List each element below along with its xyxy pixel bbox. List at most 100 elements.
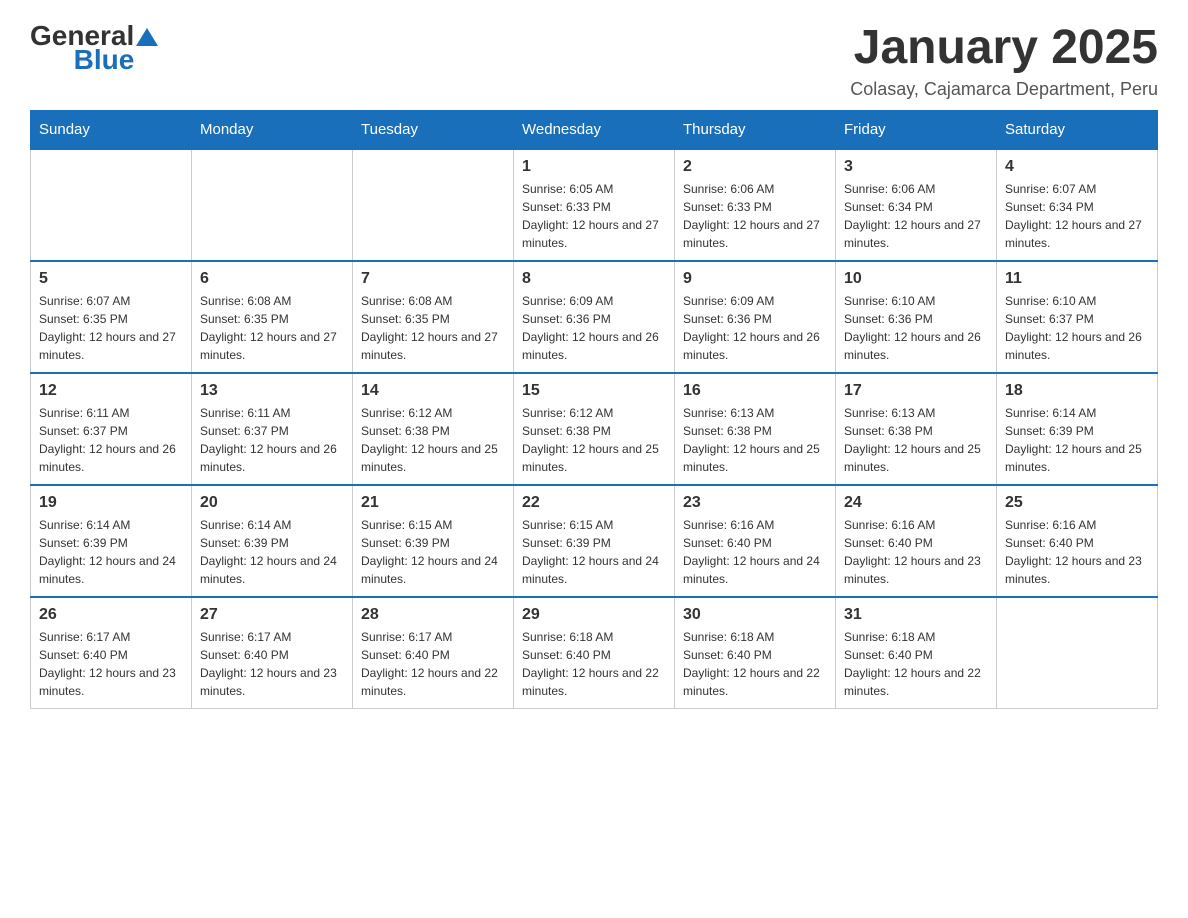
logo-triangle-icon	[136, 26, 158, 48]
weekday-header-thursday: Thursday	[675, 111, 836, 150]
calendar-cell: 28Sunrise: 6:17 AMSunset: 6:40 PMDayligh…	[353, 597, 514, 709]
day-number: 16	[683, 382, 827, 400]
day-info: Sunrise: 6:09 AMSunset: 6:36 PMDaylight:…	[683, 292, 827, 364]
calendar-cell: 13Sunrise: 6:11 AMSunset: 6:37 PMDayligh…	[192, 373, 353, 485]
day-info: Sunrise: 6:07 AMSunset: 6:35 PMDaylight:…	[39, 292, 183, 364]
day-info: Sunrise: 6:10 AMSunset: 6:37 PMDaylight:…	[1005, 292, 1149, 364]
calendar-cell: 9Sunrise: 6:09 AMSunset: 6:36 PMDaylight…	[675, 261, 836, 373]
day-number: 23	[683, 494, 827, 512]
day-number: 7	[361, 270, 505, 288]
calendar-cell: 27 Sunrise: 6:17 AMSunset: 6:40 PMDayligh…	[192, 597, 353, 709]
day-info: Sunrise: 6:18 AMSunset: 6:40 PMDaylight:…	[844, 628, 988, 700]
day-info: Sunrise: 6:12 AMSunset: 6:38 PMDaylight:…	[361, 404, 505, 476]
day-number: 19	[39, 494, 183, 512]
day-number: 17	[844, 382, 988, 400]
day-number: 2	[683, 158, 827, 176]
day-number: 14	[361, 382, 505, 400]
day-info: Sunrise: 6:14 AMSunset: 6:39 PMDaylight:…	[1005, 404, 1149, 476]
weekday-header-wednesday: Wednesday	[514, 111, 675, 150]
day-number: 15	[522, 382, 666, 400]
week-row-3: 19 Sunrise: 6:14 AMSunset: 6:39 PMDayligh…	[31, 485, 1158, 597]
calendar-cell: 22 Sunrise: 6:15 AMSunset: 6:39 PMDayligh…	[514, 485, 675, 597]
day-info: Sunrise: 6:08 AMSunset: 6:35 PMDaylight:…	[200, 292, 344, 364]
logo: General Blue	[30, 20, 158, 76]
week-row-0: 1Sunrise: 6:05 AMSunset: 6:33 PMDaylight…	[31, 149, 1158, 261]
day-number: 25	[1005, 494, 1149, 512]
day-info: Sunrise: 6:16 AMSunset: 6:40 PMDaylight:…	[844, 516, 988, 588]
day-info: Sunrise: 6:12 AMSunset: 6:38 PMDaylight:…	[522, 404, 666, 476]
day-number: 30	[683, 606, 827, 624]
calendar-cell: 1Sunrise: 6:05 AMSunset: 6:33 PMDaylight…	[514, 149, 675, 261]
weekday-header-monday: Monday	[192, 111, 353, 150]
weekday-header-sunday: Sunday	[31, 111, 192, 150]
day-info: Sunrise: 6:06 AMSunset: 6:34 PMDaylight:…	[844, 180, 988, 252]
day-number: 20	[200, 494, 344, 512]
week-row-2: 12 Sunrise: 6:11 AMSunset: 6:37 PMDayligh…	[31, 373, 1158, 485]
day-info: Sunrise: 6:09 AMSunset: 6:36 PMDaylight:…	[522, 292, 666, 364]
calendar-cell: 19 Sunrise: 6:14 AMSunset: 6:39 PMDayligh…	[31, 485, 192, 597]
day-number: 18	[1005, 382, 1149, 400]
page-header: General Blue January 2025 Colasay, Cajam…	[30, 20, 1158, 100]
calendar-cell: 2 Sunrise: 6:06 AMSunset: 6:33 PMDaylight…	[675, 149, 836, 261]
calendar-cell: 3Sunrise: 6:06 AMSunset: 6:34 PMDaylight…	[836, 149, 997, 261]
day-number: 8	[522, 270, 666, 288]
calendar-cell: 26 Sunrise: 6:17 AMSunset: 6:40 PMDayligh…	[31, 597, 192, 709]
title-section: January 2025 Colasay, Cajamarca Departme…	[850, 20, 1158, 100]
calendar-cell: 31 Sunrise: 6:18 AMSunset: 6:40 PMDayligh…	[836, 597, 997, 709]
calendar-table: SundayMondayTuesdayWednesdayThursdayFrid…	[30, 110, 1158, 709]
calendar-cell: 15 Sunrise: 6:12 AMSunset: 6:38 PMDayligh…	[514, 373, 675, 485]
week-row-1: 5Sunrise: 6:07 AMSunset: 6:35 PMDaylight…	[31, 261, 1158, 373]
day-number: 4	[1005, 158, 1149, 176]
day-info: Sunrise: 6:16 AMSunset: 6:40 PMDaylight:…	[1005, 516, 1149, 588]
calendar-cell	[31, 149, 192, 261]
calendar-cell: 17Sunrise: 6:13 AMSunset: 6:38 PMDayligh…	[836, 373, 997, 485]
calendar-cell: 14 Sunrise: 6:12 AMSunset: 6:38 PMDayligh…	[353, 373, 514, 485]
calendar-cell	[192, 149, 353, 261]
calendar-cell: 20 Sunrise: 6:14 AMSunset: 6:39 PMDayligh…	[192, 485, 353, 597]
weekday-header-friday: Friday	[836, 111, 997, 150]
day-info: Sunrise: 6:17 AMSunset: 6:40 PMDaylight:…	[39, 628, 183, 700]
day-info: Sunrise: 6:15 AMSunset: 6:39 PMDaylight:…	[522, 516, 666, 588]
location-subtitle: Colasay, Cajamarca Department, Peru	[850, 79, 1158, 100]
day-number: 22	[522, 494, 666, 512]
day-number: 13	[200, 382, 344, 400]
month-title: January 2025	[850, 20, 1158, 75]
day-number: 26	[39, 606, 183, 624]
weekday-header-saturday: Saturday	[997, 111, 1158, 150]
day-number: 24	[844, 494, 988, 512]
calendar-cell: 18 Sunrise: 6:14 AMSunset: 6:39 PMDayligh…	[997, 373, 1158, 485]
day-info: Sunrise: 6:17 AMSunset: 6:40 PMDaylight:…	[361, 628, 505, 700]
calendar-cell: 25 Sunrise: 6:16 AMSunset: 6:40 PMDayligh…	[997, 485, 1158, 597]
day-info: Sunrise: 6:14 AMSunset: 6:39 PMDaylight:…	[39, 516, 183, 588]
day-number: 11	[1005, 270, 1149, 288]
calendar-cell	[353, 149, 514, 261]
calendar-cell: 24 Sunrise: 6:16 AMSunset: 6:40 PMDayligh…	[836, 485, 997, 597]
day-info: Sunrise: 6:16 AMSunset: 6:40 PMDaylight:…	[683, 516, 827, 588]
day-info: Sunrise: 6:05 AMSunset: 6:33 PMDaylight:…	[522, 180, 666, 252]
logo-blue-text: Blue	[74, 44, 135, 76]
day-info: Sunrise: 6:14 AMSunset: 6:39 PMDaylight:…	[200, 516, 344, 588]
day-info: Sunrise: 6:17 AMSunset: 6:40 PMDaylight:…	[200, 628, 344, 700]
day-number: 27	[200, 606, 344, 624]
day-info: Sunrise: 6:18 AMSunset: 6:40 PMDaylight:…	[683, 628, 827, 700]
calendar-cell: 30 Sunrise: 6:18 AMSunset: 6:40 PMDayligh…	[675, 597, 836, 709]
calendar-cell: 12 Sunrise: 6:11 AMSunset: 6:37 PMDayligh…	[31, 373, 192, 485]
calendar-cell: 11 Sunrise: 6:10 AMSunset: 6:37 PMDayligh…	[997, 261, 1158, 373]
day-info: Sunrise: 6:10 AMSunset: 6:36 PMDaylight:…	[844, 292, 988, 364]
day-number: 12	[39, 382, 183, 400]
day-number: 21	[361, 494, 505, 512]
week-row-4: 26 Sunrise: 6:17 AMSunset: 6:40 PMDayligh…	[31, 597, 1158, 709]
day-number: 31	[844, 606, 988, 624]
calendar-cell: 29Sunrise: 6:18 AMSunset: 6:40 PMDayligh…	[514, 597, 675, 709]
calendar-cell: 23 Sunrise: 6:16 AMSunset: 6:40 PMDayligh…	[675, 485, 836, 597]
day-info: Sunrise: 6:08 AMSunset: 6:35 PMDaylight:…	[361, 292, 505, 364]
calendar-cell: 10Sunrise: 6:10 AMSunset: 6:36 PMDayligh…	[836, 261, 997, 373]
day-number: 29	[522, 606, 666, 624]
day-info: Sunrise: 6:13 AMSunset: 6:38 PMDaylight:…	[683, 404, 827, 476]
calendar-cell: 8 Sunrise: 6:09 AMSunset: 6:36 PMDaylight…	[514, 261, 675, 373]
day-info: Sunrise: 6:06 AMSunset: 6:33 PMDaylight:…	[683, 180, 827, 252]
weekday-header-row: SundayMondayTuesdayWednesdayThursdayFrid…	[31, 111, 1158, 150]
day-info: Sunrise: 6:11 AMSunset: 6:37 PMDaylight:…	[39, 404, 183, 476]
day-info: Sunrise: 6:15 AMSunset: 6:39 PMDaylight:…	[361, 516, 505, 588]
weekday-header-tuesday: Tuesday	[353, 111, 514, 150]
